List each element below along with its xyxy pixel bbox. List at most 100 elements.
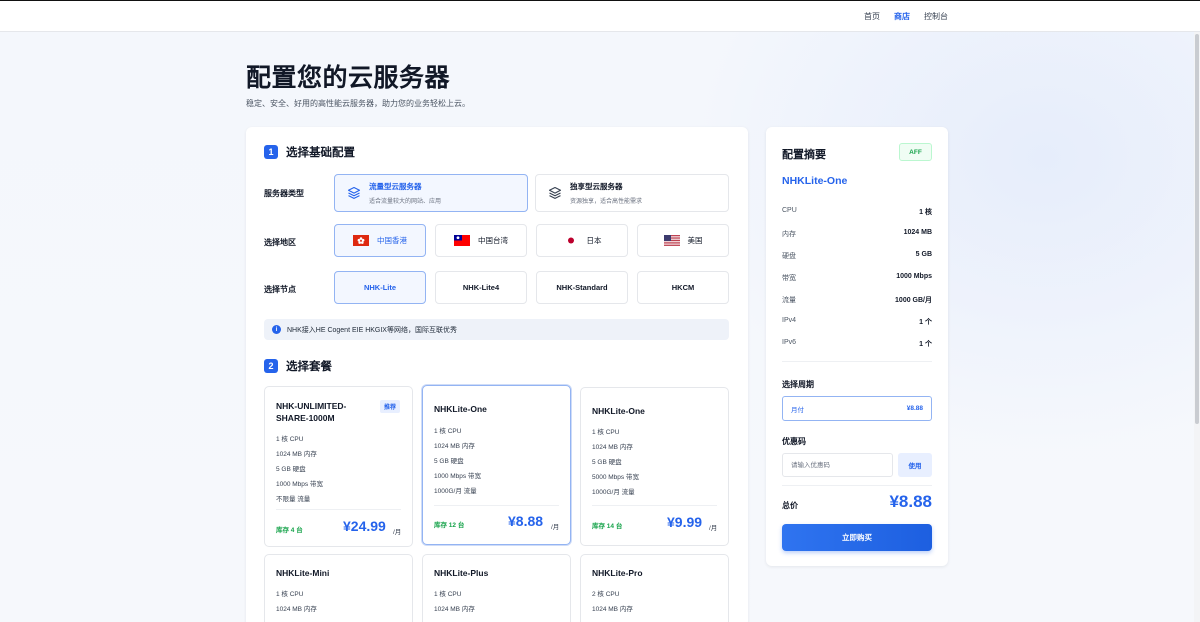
period-value: 月付	[791, 406, 804, 414]
plan-card-nhklite-plus[interactable]: NHKLite-Plus 1 核 CPU 1024 MB 内存	[422, 554, 571, 622]
option-title: 流量型云服务器	[369, 182, 422, 191]
info-icon: i	[272, 325, 281, 334]
section-basic-config-header: 1 选择基础配置	[264, 144, 355, 160]
spec-key: IPv4	[782, 317, 797, 324]
hk-flag-icon	[353, 235, 369, 246]
option-title: 独享型云服务器	[570, 182, 623, 191]
page-title: 配置您的云服务器	[246, 63, 451, 92]
region-label-text: 美国	[687, 236, 703, 245]
plan-spec: 1024 MB 内存	[276, 606, 317, 613]
summary-divider	[782, 485, 932, 486]
region-option-tw[interactable]: 中国台湾	[435, 224, 527, 257]
plan-spec: 1024 MB 内存	[276, 451, 317, 458]
plan-spec: 1024 MB 内存	[592, 444, 633, 451]
summary-spec-bandwidth: 带宽 1000 Mbps	[782, 273, 932, 283]
spec-value: 1 核	[919, 209, 932, 216]
plan-stock: 库存 12 台	[434, 522, 465, 529]
apply-coupon-button[interactable]: 使用	[898, 453, 932, 477]
scrollbar-thumb[interactable]	[1195, 34, 1199, 424]
spec-value: 1024 MB	[903, 229, 932, 236]
summary-title: 配置摘要	[782, 149, 826, 161]
node-info-text: NHK接入HE Cogent EIE HKGIX等网络，国际互联优秀	[287, 326, 457, 334]
step-badge: 1	[264, 145, 278, 159]
plan-spec: 1024 MB 内存	[434, 443, 475, 450]
node-option-nhk-lite4[interactable]: NHK-Lite4	[435, 271, 527, 304]
total-price: ¥8.88	[889, 492, 932, 511]
buy-now-button[interactable]: 立即购买	[782, 524, 932, 551]
spec-value: 1000 Mbps	[896, 273, 932, 280]
top-border	[0, 0, 1200, 1]
plan-name: NHKLite-One	[434, 404, 487, 414]
page-scrollbar[interactable]	[1194, 32, 1200, 622]
tw-flag-icon	[454, 235, 470, 246]
coupon-label: 优惠码	[782, 437, 806, 446]
spec-value: 1000 GB/月	[895, 297, 932, 304]
server-type-traffic-option[interactable]: 流量型云服务器 适合流量较大的网站、应用	[334, 174, 528, 212]
total-label: 总价	[782, 501, 798, 510]
period-price: ¥8.88	[906, 405, 923, 412]
plan-spec: 1024 MB 内存	[592, 606, 633, 613]
period-select[interactable]: 月付 ¥8.88	[782, 396, 932, 421]
section-title: 选择套餐	[286, 361, 332, 373]
recommended-badge: 推荐	[379, 400, 400, 413]
nav-item-home[interactable]: 首页	[864, 11, 880, 22]
plan-spec: 1000G/月 流量	[434, 488, 477, 495]
node-label: 选择节点	[264, 285, 296, 294]
node-label-text: NHK-Lite4	[462, 283, 500, 292]
spec-value: 1 个	[919, 319, 932, 326]
node-option-hkcm[interactable]: HKCM	[637, 271, 729, 304]
plan-spec: 5 GB 硬盘	[276, 466, 306, 473]
node-label-text: NHK-Standard	[556, 283, 608, 292]
region-label: 选择地区	[264, 238, 296, 247]
plan-spec: 1000 Mbps 带宽	[276, 481, 323, 488]
region-label-text: 中国台湾	[478, 236, 508, 245]
plan-spec: 不限量 流量	[276, 496, 311, 503]
plan-spec: 1 核 CPU	[592, 429, 620, 436]
plan-divider	[592, 505, 717, 506]
page-subtitle: 稳定、安全、好用的高性能云服务器，助力您的业务轻松上云。	[246, 99, 470, 108]
spec-key: CPU	[782, 207, 797, 214]
plan-name: NHKLite-Plus	[434, 568, 489, 578]
plan-price-unit: /月	[709, 525, 718, 532]
nav-item-store[interactable]: 商店	[894, 11, 910, 22]
plan-spec: 1000G/月 流量	[592, 489, 635, 496]
server-type-label: 服务器类型	[264, 189, 304, 198]
region-option-us[interactable]: 美国	[637, 224, 729, 257]
spec-key: 内存	[782, 231, 796, 238]
server-type-dedicated-option[interactable]: 独享型云服务器 资源独享，适合高性能需求	[535, 174, 729, 212]
plan-spec: 1 核 CPU	[276, 591, 304, 598]
summary-spec-ipv6: IPv6 1 个	[782, 339, 932, 349]
summary-spec-traffic: 流量 1000 GB/月	[782, 295, 932, 305]
coupon-input[interactable]	[782, 453, 893, 477]
nav-item-console[interactable]: 控制台	[924, 11, 948, 22]
plan-divider	[276, 509, 401, 510]
step-badge: 2	[264, 359, 278, 373]
node-info-bar: i NHK接入HE Cogent EIE HKGIX等网络，国际互联优秀	[264, 319, 729, 340]
plan-spec: 2 核 CPU	[592, 591, 620, 598]
node-label-text: HKCM	[671, 283, 695, 292]
plan-card-nhklite-one-alt[interactable]: NHKLite-One 1 核 CPU 1024 MB 内存 5 GB 硬盘 5…	[580, 387, 729, 546]
plan-price-unit: /月	[393, 529, 402, 536]
option-desc: 适合流量较大的网站、应用	[369, 199, 442, 205]
node-option-nhk-lite[interactable]: NHK-Lite	[334, 271, 426, 304]
plan-card-nhklite-one[interactable]: NHKLite-One 1 核 CPU 1024 MB 内存 5 GB 硬盘 1…	[422, 385, 571, 545]
plan-card-nhk-unlimited[interactable]: NHK-UNLIMITED-SHARE-1000M 推荐 1 核 CPU 102…	[264, 386, 413, 547]
spec-key: 流量	[782, 297, 796, 304]
node-label-text: NHK-Lite	[363, 283, 397, 292]
region-label-text: 日本	[586, 236, 602, 245]
node-option-nhk-standard[interactable]: NHK-Standard	[536, 271, 628, 304]
summary-spec-ipv4: IPv4 1 个	[782, 317, 932, 327]
period-label: 选择周期	[782, 380, 814, 389]
region-option-jp[interactable]: 日本	[536, 224, 628, 257]
aff-badge[interactable]: AFF	[899, 143, 932, 161]
spec-key: 带宽	[782, 275, 796, 282]
plan-card-nhklite-mini[interactable]: NHKLite-Mini 1 核 CPU 1024 MB 内存	[264, 554, 413, 622]
layers-icon	[548, 186, 562, 200]
summary-plan-name: NHKLite-One	[782, 175, 848, 187]
plan-spec: 1000 Mbps 带宽	[434, 473, 481, 480]
plan-card-nhklite-pro[interactable]: NHKLite-Pro 2 核 CPU 1024 MB 内存	[580, 554, 729, 622]
summary-card: 配置摘要 AFF NHKLite-One CPU 1 核 内存 1024 MB …	[766, 127, 948, 566]
region-option-hk[interactable]: 中国香港	[334, 224, 426, 257]
spec-key: IPv6	[782, 339, 797, 346]
config-card: 1 选择基础配置 服务器类型 流量型云服务器 适合流量较大的网站、应用 独享型云…	[246, 127, 748, 622]
